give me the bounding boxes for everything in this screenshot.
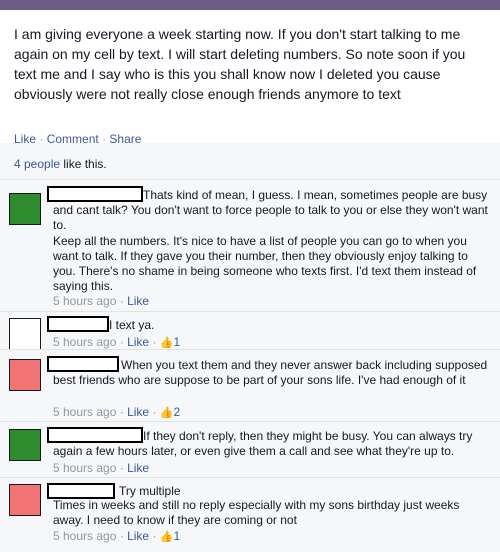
comment-text: If they don't reply, then they might be … [53,429,473,458]
separator: · [152,405,157,419]
separator: · [152,335,157,349]
timestamp[interactable]: 5 hours ago [53,461,116,475]
status-post: I am giving everyone a week starting now… [0,10,500,146]
divider [0,179,500,180]
comment-text: I text ya. [109,318,155,332]
comment-text-continued: Keep all the numbers. It's nice to have … [53,234,477,293]
comment-text: Try multiple [119,484,181,498]
comment-like-link[interactable]: Like [127,294,149,308]
divider [0,311,500,312]
like-count[interactable]: 2 [173,405,180,419]
avatar[interactable] [9,193,41,225]
comment-text: When you text them and they never answer… [53,358,488,387]
comment-meta: 5 hours ago · Like · 👍2 [53,405,180,419]
separator: · [119,294,124,308]
comment-meta: 5 hours ago · Like [53,461,149,475]
timestamp[interactable]: 5 hours ago [53,405,116,419]
separator: · [119,461,124,475]
thumbs-up-icon[interactable]: 👍 [160,531,174,543]
avatar[interactable] [9,318,41,350]
divider [0,421,500,422]
post-text: I am giving everyone a week starting now… [14,26,466,102]
top-bar [0,0,500,10]
feedback-section: 4 people like this. Thats kind of mean, … [0,143,500,552]
separator: · [119,529,124,543]
divider [0,477,500,478]
like-count[interactable]: 1 [173,335,180,349]
separator: · [119,405,124,419]
comment-like-link[interactable]: Like [127,405,149,419]
likes-rest-text: like this. [60,157,107,171]
comment-like-link[interactable]: Like [127,461,149,475]
timestamp[interactable]: 5 hours ago [53,335,116,349]
thumbs-up-icon[interactable]: 👍 [160,337,174,349]
separator: · [119,335,124,349]
comment-meta: 5 hours ago · Like [53,294,149,308]
comment-text: Thats kind of mean, I guess. I mean, som… [53,188,488,232]
timestamp[interactable]: 5 hours ago [53,294,116,308]
comment-meta: 5 hours ago · Like · 👍1 [53,529,180,543]
likes-summary: 4 people like this. [14,157,107,171]
timestamp[interactable]: 5 hours ago [53,529,116,543]
avatar[interactable] [9,359,41,391]
comment-like-link[interactable]: Like [127,529,149,543]
separator: · [152,529,157,543]
thumbs-up-icon[interactable]: 👍 [160,407,174,419]
likes-count-link[interactable]: 4 people [14,157,60,171]
avatar[interactable] [9,484,41,516]
like-count[interactable]: 1 [173,529,180,543]
comment-like-link[interactable]: Like [127,335,149,349]
comment-meta: 5 hours ago · Like · 👍1 [53,335,180,349]
comment-text-continued: Times in weeks and still no reply especi… [53,498,460,527]
divider [0,349,500,350]
avatar[interactable] [9,429,41,461]
